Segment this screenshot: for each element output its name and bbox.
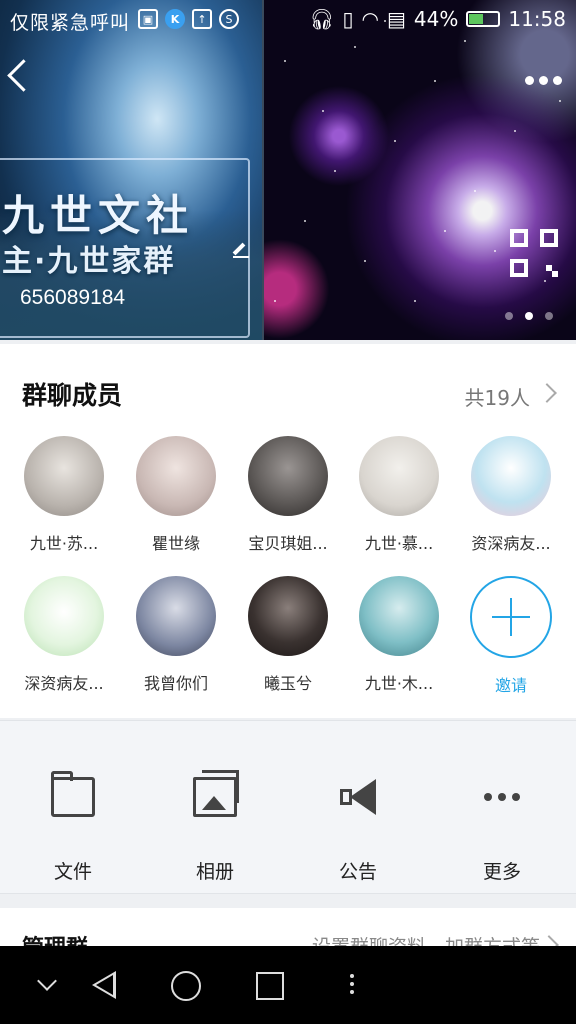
member-name: 瞿世缘 — [151, 534, 200, 553]
album-button[interactable]: 相册 — [155, 770, 275, 884]
file-button[interactable]: 文件 — [13, 771, 133, 884]
member-name: 深资病友... — [24, 674, 104, 693]
qr-code-icon[interactable] — [510, 229, 558, 277]
album-label: 相册 — [195, 861, 234, 883]
group-id: 656089184 — [20, 286, 126, 309]
avatar[interactable] — [136, 436, 216, 516]
member-name: 九世·慕... — [364, 534, 434, 553]
member-item[interactable]: 九世·木... — [343, 576, 455, 694]
member-name: 九世·木... — [364, 674, 434, 693]
member-count[interactable]: 共19人 — [465, 382, 530, 411]
carousel-dot — [505, 312, 513, 320]
nav-recent-apps-icon[interactable] — [256, 972, 284, 1000]
nav-home-icon[interactable] — [171, 971, 201, 1001]
wifi-icon: ◠ — [361, 7, 379, 31]
battery-icon — [466, 11, 501, 27]
avatar[interactable] — [248, 436, 328, 516]
member-item[interactable]: 宝贝琪姐... — [232, 436, 344, 554]
member-item[interactable]: 深资病友... — [8, 576, 120, 694]
member-name: 九世·苏... — [29, 534, 99, 553]
announcement-label: 公告 — [338, 861, 377, 883]
invite-label[interactable]: 邀请 — [455, 672, 567, 696]
gallery-icon: ▣ — [138, 9, 158, 29]
starfield — [264, 0, 576, 340]
avatar[interactable] — [359, 436, 439, 516]
avatar[interactable] — [471, 436, 551, 516]
member-name: 我曾你们 — [143, 674, 208, 693]
announcement-button[interactable]: 公告 — [298, 777, 418, 884]
action-bar: 文件 相册 公告 更多 — [0, 720, 576, 894]
carousel-indicator — [505, 312, 553, 320]
member-item[interactable]: 我曾你们 — [120, 576, 232, 694]
more-dots-icon[interactable] — [525, 76, 562, 85]
folder-icon — [51, 771, 95, 817]
avatar[interactable] — [24, 576, 104, 656]
group-name: 九世文社 — [2, 191, 195, 240]
more-icon — [480, 777, 524, 817]
vibrate-icon: ▯ — [342, 7, 354, 31]
announcement-icon — [336, 777, 380, 817]
members-title: 群聊成员 — [22, 381, 123, 410]
member-item[interactable]: 资深病友... — [455, 436, 567, 554]
hide-nav-icon[interactable] — [37, 971, 57, 991]
avatar[interactable] — [359, 576, 439, 656]
emergency-call-text: 仅限紧急呼叫 — [10, 12, 131, 34]
member-item[interactable]: 瞿世缘 — [120, 436, 232, 554]
headphones-icon: 🎧︎ — [309, 7, 335, 31]
album-icon — [193, 770, 239, 817]
carousel-dot-active — [525, 312, 533, 320]
nav-back-icon-inner — [96, 975, 113, 995]
status-bar: 仅限紧急呼叫 ▣ K ↑ S 🎧︎ ▯ ◠ ▤ 44% 11:58 — [0, 0, 576, 40]
member-item[interactable]: 九世·慕... — [343, 436, 455, 554]
edit-icon[interactable] — [233, 240, 249, 258]
sim-icon: ▤ — [387, 7, 406, 31]
battery-percent: 44% — [413, 7, 459, 31]
upload-icon: ↑ — [192, 9, 212, 29]
member-item[interactable]: 曦玉兮 — [232, 576, 344, 694]
more-label: 更多 — [482, 861, 521, 883]
member-name: 资深病友... — [471, 534, 551, 553]
group-background-image — [264, 0, 576, 340]
avatar[interactable] — [136, 576, 216, 656]
nav-menu-icon[interactable] — [350, 974, 354, 994]
clock: 11:58 — [508, 7, 566, 31]
chevron-right-icon[interactable] — [537, 383, 557, 403]
members-section: 群聊成员 共19人 九世·苏... 瞿世缘 宝贝琪姐... 九世·慕... 资深… — [0, 344, 576, 718]
headset-icon: S — [219, 9, 239, 29]
system-nav-bar — [0, 946, 576, 1024]
k-app-icon: K — [165, 9, 185, 29]
more-button[interactable]: 更多 — [442, 777, 562, 884]
member-item[interactable]: 九世·苏... — [8, 436, 120, 554]
group-header: 仅限紧急呼叫 ▣ K ↑ S 🎧︎ ▯ ◠ ▤ 44% 11:58 九世文社 主… — [0, 0, 576, 340]
file-label: 文件 — [53, 861, 92, 883]
invite-item[interactable]: 邀请 — [455, 576, 567, 696]
avatar[interactable] — [24, 436, 104, 516]
group-subtitle: 主·九世家群 — [2, 244, 176, 279]
avatar[interactable] — [248, 576, 328, 656]
carousel-dot — [545, 312, 553, 320]
member-name: 曦玉兮 — [263, 674, 312, 693]
invite-plus-icon[interactable] — [470, 576, 552, 658]
member-name: 宝贝琪姐... — [248, 534, 328, 553]
